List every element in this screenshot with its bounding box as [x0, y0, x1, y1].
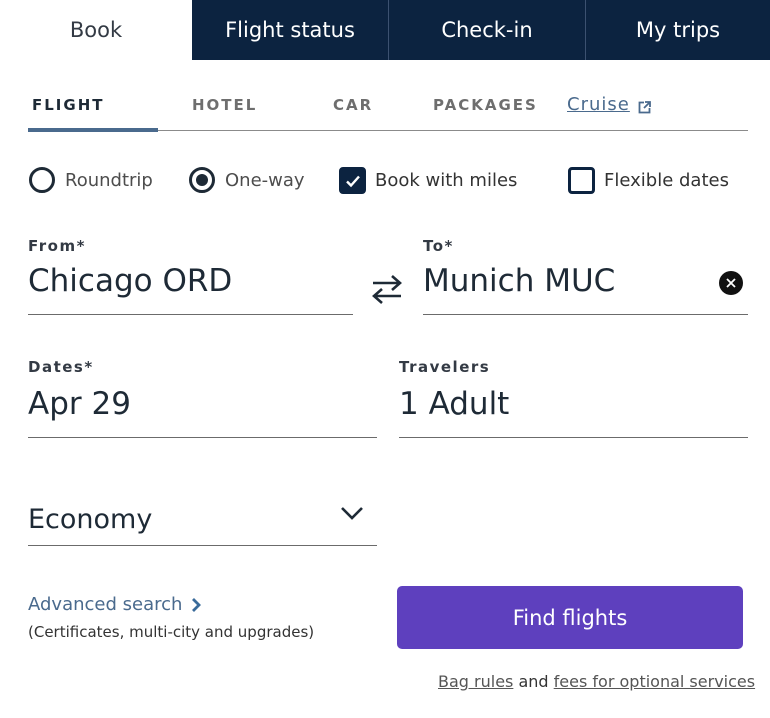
- checkbox-book-with-miles[interactable]: Book with miles: [339, 167, 517, 194]
- checkbox-unchecked-icon: [568, 167, 595, 194]
- radio-unselected-icon: [29, 167, 55, 193]
- advanced-search-link[interactable]: Advanced search: [28, 594, 202, 615]
- radio-selected-icon: [189, 167, 215, 193]
- advanced-search-subtitle: (Certificates, multi-city and upgrades): [28, 623, 315, 641]
- cabin-select[interactable]: Economy: [28, 504, 152, 535]
- dates-underline: [28, 437, 377, 438]
- chevron-down-icon[interactable]: [340, 505, 364, 521]
- travelers-label: Travelers: [399, 358, 491, 376]
- bag-rules-link[interactable]: Bag rules: [438, 672, 513, 691]
- checkbox-flexible-dates[interactable]: Flexible dates: [568, 167, 729, 194]
- tab-check-in[interactable]: Check-in: [388, 0, 585, 60]
- optional-fees-link[interactable]: fees for optional services: [554, 672, 755, 691]
- cabin-underline: [28, 545, 377, 546]
- clear-destination-button[interactable]: [719, 271, 743, 295]
- checkbox-checked-icon: [339, 167, 366, 194]
- dates-label: Dates*: [28, 358, 94, 376]
- travelers-input[interactable]: 1 Adult: [399, 386, 509, 422]
- product-tab-bar: FLIGHT HOTEL CAR PACKAGES Cruise: [28, 88, 748, 132]
- tab-book[interactable]: Book: [0, 0, 192, 60]
- chevron-right-icon: [192, 597, 202, 612]
- dates-input[interactable]: Apr 29: [28, 386, 131, 422]
- tab-flight-status[interactable]: Flight status: [192, 0, 388, 60]
- one-way-label: One-way: [225, 169, 305, 191]
- tab-book-label: Book: [69, 18, 123, 42]
- top-tab-bar: Book Flight status Check-in My trips: [0, 0, 770, 60]
- subtab-packages[interactable]: PACKAGES: [433, 96, 538, 114]
- to-label: To*: [423, 237, 454, 255]
- subtab-car[interactable]: CAR: [333, 96, 373, 114]
- active-tab-indicator: [28, 128, 158, 132]
- tab-check-in-label: Check-in: [441, 18, 533, 42]
- roundtrip-label: Roundtrip: [65, 169, 153, 191]
- subtab-hotel[interactable]: HOTEL: [192, 96, 257, 114]
- tab-flight-status-label: Flight status: [225, 18, 355, 42]
- swap-airports-button[interactable]: [370, 268, 404, 308]
- to-underline: [423, 314, 748, 315]
- flexible-dates-label: Flexible dates: [604, 170, 729, 191]
- close-icon: [726, 278, 736, 288]
- from-underline: [28, 314, 353, 315]
- and-text: and: [518, 672, 549, 691]
- subtab-flight[interactable]: FLIGHT: [32, 96, 104, 114]
- find-flights-button[interactable]: Find flights: [397, 586, 743, 649]
- swap-arrows-icon: [372, 275, 402, 304]
- advanced-search-label: Advanced search: [28, 594, 183, 615]
- from-input[interactable]: Chicago ORD: [28, 263, 232, 299]
- travelers-underline: [399, 437, 748, 438]
- fee-links: Bag rules and fees for optional services: [438, 672, 755, 691]
- tab-my-trips-label: My trips: [635, 18, 721, 42]
- from-label: From*: [28, 237, 86, 255]
- to-input[interactable]: Munich MUC: [423, 263, 615, 299]
- book-with-miles-label: Book with miles: [375, 170, 518, 191]
- radio-one-way[interactable]: One-way: [189, 167, 305, 193]
- radio-roundtrip[interactable]: Roundtrip: [29, 167, 153, 193]
- cruise-link-label: Cruise: [567, 94, 630, 115]
- cruise-link[interactable]: Cruise: [567, 94, 651, 115]
- tab-my-trips[interactable]: My trips: [585, 0, 770, 60]
- external-link-icon: [638, 98, 651, 114]
